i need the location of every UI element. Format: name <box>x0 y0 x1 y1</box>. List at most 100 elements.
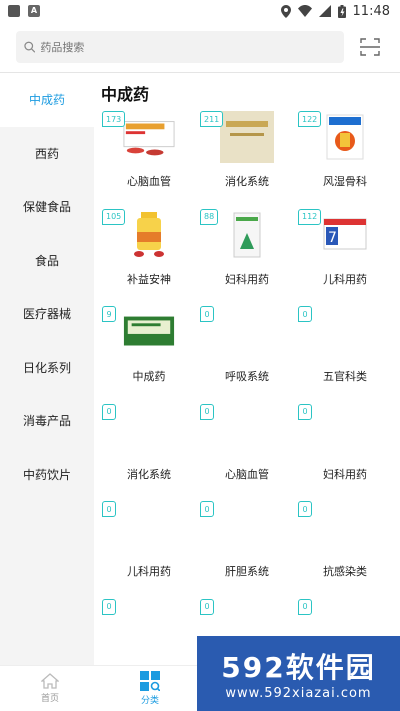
search-box[interactable] <box>16 31 344 63</box>
count-badge: 0 <box>298 598 312 615</box>
grid-item[interactable]: 0 妇科用药 <box>296 403 394 502</box>
scan-button[interactable] <box>354 31 386 63</box>
grid-item-label: 心脑血管 <box>127 175 171 188</box>
a-notification-icon: A <box>28 5 40 17</box>
grid-item-label: 消化系统 <box>127 467 171 481</box>
sidebar-item-zhongyaoyinpian[interactable]: 中药饮片 <box>0 448 94 502</box>
product-image <box>122 111 176 163</box>
signal-icon <box>318 5 331 17</box>
grid-item-label: 抗感染类 <box>323 565 367 578</box>
sidebar-item-label: 西药 <box>34 146 59 161</box>
grid-item-label: 妇科用药 <box>225 272 269 286</box>
count-badge: 122 <box>298 111 322 127</box>
grid-item[interactable]: 7 112 儿科用药 <box>296 208 394 307</box>
count-badge: 0 <box>298 501 312 517</box>
product-image <box>122 209 176 261</box>
grid-item-label: 五官科类 <box>323 370 367 383</box>
grid-item[interactable]: 0 五官科类 <box>296 306 394 404</box>
grid-item[interactable]: 0 儿科用药 <box>100 501 198 599</box>
product-image <box>220 404 274 456</box>
grid-item-label: 呼吸系统 <box>225 370 269 383</box>
grid-item[interactable]: 173 心脑血管 <box>100 111 198 209</box>
count-badge: 0 <box>200 403 214 420</box>
scan-icon <box>360 38 380 56</box>
grid-item-label: 儿科用药 <box>127 565 171 578</box>
grid-item-label: 风湿骨科 <box>323 175 367 188</box>
grid-item-label: 中成药 <box>132 370 166 383</box>
sidebar-item-baojianshipin[interactable]: 保健食品 <box>0 180 94 234</box>
grid-item[interactable]: 0 肝胆系统 <box>198 501 296 599</box>
grid-item[interactable]: 0 心脑血管 <box>198 403 296 502</box>
section-title: 中成药 <box>101 85 150 104</box>
status-bar: A 11:48 <box>0 0 400 22</box>
product-image <box>220 111 274 163</box>
search-icon <box>24 41 36 53</box>
grid-item[interactable]: 122 风湿骨科 <box>296 111 394 209</box>
sidebar-item-yiliaoqixie[interactable]: 医疗器械 <box>0 287 94 341</box>
tab-category[interactable]: 分类 <box>100 666 200 711</box>
count-badge: 105 <box>102 208 126 225</box>
watermark-title: 592软件园 <box>221 651 376 684</box>
count-badge: 0 <box>102 598 116 615</box>
grid-item-label: 儿科用药 <box>323 272 367 286</box>
grid-item-label: 肝胆系统 <box>225 565 269 578</box>
count-badge: 0 <box>102 403 116 420</box>
app-notification-icon <box>8 5 20 17</box>
sidebar-item-xiyao[interactable]: 西药 <box>0 127 94 181</box>
sidebar-item-label: 消毒产品 <box>22 414 71 429</box>
grid-item[interactable]: 211 消化系统 <box>198 111 296 209</box>
category-icon <box>140 671 160 691</box>
grid-item[interactable]: 88 妇科用药 <box>198 208 296 307</box>
count-badge: 112 <box>298 208 322 225</box>
sidebar-item-zhongchengyao[interactable]: 中成药 <box>0 73 94 127</box>
grid-item-label: 消化系统 <box>225 175 269 188</box>
product-image <box>122 501 176 553</box>
notification-icons: A <box>8 5 40 17</box>
count-badge: 9 <box>102 306 116 322</box>
sidebar-item-label: 保健食品 <box>22 200 71 215</box>
sidebar-item-label: 中成药 <box>28 93 65 108</box>
tab-home-label: 首页 <box>40 694 59 704</box>
grid-item[interactable]: 105 补益安神 <box>100 208 198 307</box>
content: 中成药 西药 保健食品 食品 医疗器械 日化系列 消毒产品 中药饮片 中成药 1… <box>0 73 400 666</box>
tab-category-label: 分类 <box>140 696 159 706</box>
count-badge: 0 <box>102 501 116 517</box>
grid-item[interactable]: 0 抗感染类 <box>296 501 394 599</box>
sidebar-item-rihuaxilie[interactable]: 日化系列 <box>0 341 94 395</box>
sidebar-item-label: 中药饮片 <box>22 467 71 482</box>
watermark-logo: 592软件园 www.592xiazai.com <box>197 636 400 711</box>
sidebar-item-label: 日化系列 <box>22 360 71 375</box>
sidebar-item-shipin[interactable]: 食品 <box>0 234 94 288</box>
search-input[interactable] <box>40 40 336 54</box>
grid-item[interactable]: 9 中成药 <box>100 306 198 404</box>
count-badge: 88 <box>200 208 219 225</box>
grid-item[interactable]: 0 消化系统 <box>100 403 198 502</box>
product-image <box>122 404 176 456</box>
product-image: 7 <box>318 209 372 261</box>
category-sidebar: 中成药 西药 保健食品 食品 医疗器械 日化系列 消毒产品 中药饮片 <box>0 73 94 666</box>
grid-item-label: 补益安神 <box>127 272 171 286</box>
watermark-url: www.592xiazai.com <box>225 686 372 701</box>
grid-item[interactable]: 0 呼吸系统 <box>198 306 296 404</box>
product-image <box>318 404 372 456</box>
sidebar-item-label: 食品 <box>34 253 59 268</box>
count-badge: 173 <box>102 111 126 127</box>
wifi-icon <box>297 5 312 17</box>
grid-item-label: 心脑血管 <box>225 467 269 481</box>
sidebar-item-label: 医疗器械 <box>22 307 71 322</box>
product-image <box>220 306 274 358</box>
count-badge: 0 <box>298 306 312 322</box>
grid-item-label: 妇科用药 <box>323 467 367 481</box>
product-image <box>318 501 372 553</box>
top-bar <box>0 22 400 72</box>
battery-icon <box>337 4 346 18</box>
tab-home[interactable]: 首页 <box>0 666 100 711</box>
main-panel: 中成药 173 心脑血管 211 消化系统 122 风湿骨科 105 补益安神 … <box>94 73 400 666</box>
product-image <box>220 209 274 261</box>
product-image <box>318 306 372 358</box>
sidebar-item-xiaoduchanpin[interactable]: 消毒产品 <box>0 394 94 448</box>
count-badge: 211 <box>200 111 224 127</box>
product-image <box>318 111 372 163</box>
product-image <box>220 501 274 553</box>
location-icon <box>280 4 291 18</box>
